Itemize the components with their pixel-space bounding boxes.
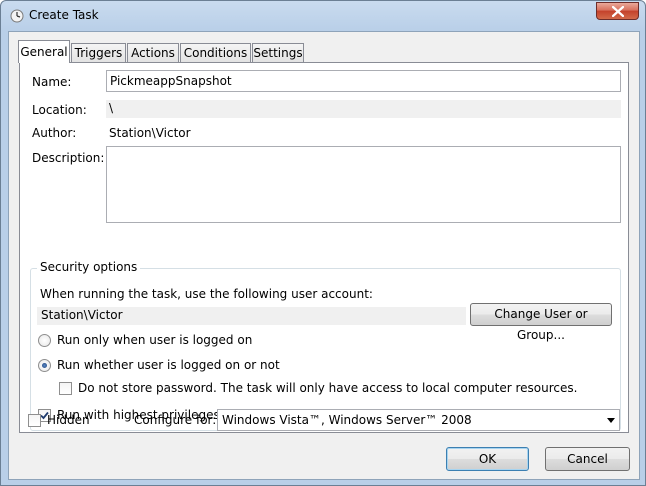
configure-for-select[interactable]: Windows Vista™, Windows Server™ 2008 [217,409,620,431]
cancel-button[interactable]: Cancel [545,447,630,471]
ok-button[interactable]: OK [446,447,529,471]
user-account-value: Station\Victor [37,307,466,325]
name-input[interactable]: PickmeappSnapshot [106,70,621,92]
tab-label: Triggers [74,46,123,60]
configure-for-label: Configure for: [134,413,217,427]
configure-for-value: Windows Vista™, Windows Server™ 2008 [222,413,472,427]
tab-conditions[interactable]: Conditions [180,43,251,62]
run-only-logged-on-radio[interactable] [38,334,51,347]
close-button[interactable] [596,2,639,20]
run-whether-logged-on-label[interactable]: Run whether user is logged on or not [57,358,280,372]
location-label: Location: [32,103,87,117]
tab-general[interactable]: General [18,40,70,63]
tab-label: Conditions [183,46,248,60]
title-bar[interactable]: Create Task [1,1,645,31]
tab-triggers[interactable]: Triggers [71,43,126,62]
dialog-client: General Triggers Actions Conditions Sett… [8,31,640,480]
hidden-label[interactable]: Hidden [47,413,90,427]
hidden-checkbox[interactable] [28,414,41,427]
tab-label: General [20,45,68,59]
run-only-logged-on-label[interactable]: Run only when user is logged on [57,333,252,347]
author-value: Station\Victor [109,126,191,140]
window-title: Create Task [29,8,99,22]
author-label: Author: [32,126,77,140]
tab-label: Settings [253,46,303,60]
close-icon [612,6,624,17]
location-value: \ [106,100,621,118]
clock-icon [10,9,24,23]
name-label: Name: [32,75,72,89]
general-tab-panel: Name: PickmeappSnapshot Location: \ Auth… [19,62,629,433]
do-not-store-password-label[interactable]: Do not store password. The task will onl… [78,381,577,395]
account-prompt: When running the task, use the following… [40,287,373,301]
tab-actions[interactable]: Actions [127,43,179,62]
create-task-window: Create Task General Triggers Actions Con… [0,0,646,486]
change-user-button[interactable]: Change User or Group... [470,303,612,342]
description-input[interactable] [106,146,621,223]
do-not-store-password-checkbox[interactable] [59,382,72,395]
security-options-legend: Security options [37,260,141,274]
radio-selected-dot [42,363,47,368]
tab-settings[interactable]: Settings [252,43,304,62]
dropdown-arrow-icon [607,418,615,423]
description-label: Description: [32,151,105,165]
tab-label: Actions [131,46,175,60]
run-whether-logged-on-radio[interactable] [38,359,51,372]
